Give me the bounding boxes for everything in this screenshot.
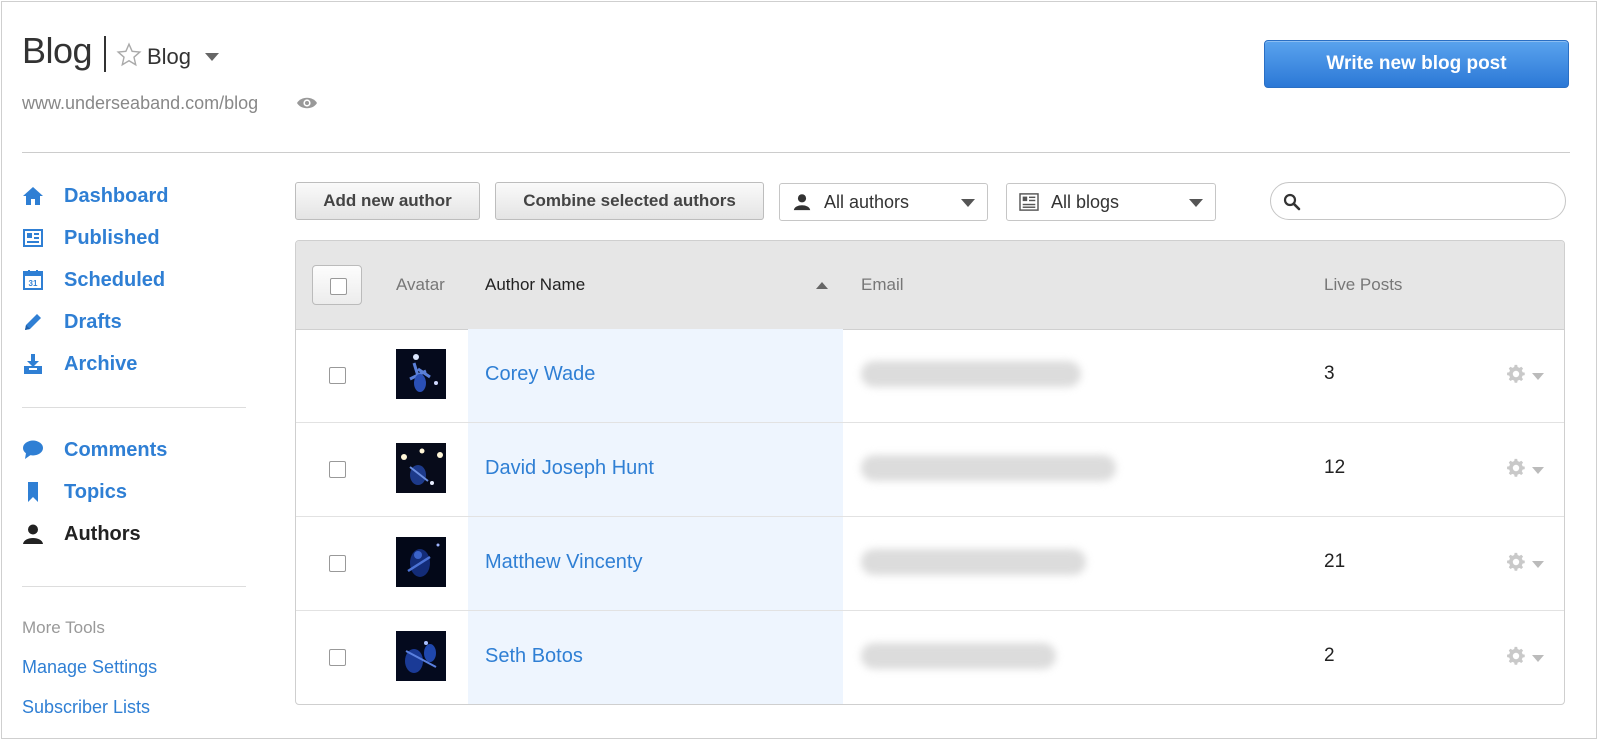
star-icon[interactable] (116, 42, 142, 68)
subscriber-lists-link[interactable]: Subscriber Lists (22, 697, 150, 718)
header-divider (22, 152, 1570, 153)
bookmark-icon (22, 481, 44, 503)
user-icon (22, 523, 44, 545)
add-new-author-button[interactable]: Add new author (295, 182, 480, 220)
column-header-live-posts[interactable]: Live Posts (1324, 275, 1402, 295)
published-icon (22, 227, 44, 249)
search-input[interactable] (1270, 182, 1566, 220)
gear-icon[interactable] (1506, 458, 1526, 478)
checkbox-box (330, 278, 347, 295)
sidebar-item-topics[interactable]: Topics (22, 477, 127, 507)
chevron-down-icon[interactable] (1532, 373, 1544, 380)
calendar-icon-number: 31 (29, 279, 38, 288)
live-posts-count: 12 (1324, 457, 1346, 478)
column-header-avatar: Avatar (396, 275, 445, 294)
authors-table: Avatar Author Name Email Live Posts Core… (295, 240, 1565, 705)
chevron-down-icon (961, 199, 975, 207)
chevron-down-icon[interactable] (1532, 655, 1544, 662)
write-new-post-button[interactable]: Write new blog post (1264, 40, 1569, 88)
gear-icon[interactable] (1506, 364, 1526, 384)
author-email-redacted (861, 643, 1056, 669)
select-all-checkbox[interactable] (312, 265, 362, 305)
sidebar-item-label: Published (64, 226, 160, 249)
blog-url: www.underseaband.com/blog (22, 93, 259, 113)
chevron-down-icon[interactable] (1532, 467, 1544, 474)
sidebar-item-label: Drafts (64, 310, 122, 333)
column-header-author-name[interactable]: Author Name (485, 275, 585, 295)
row-checkbox[interactable] (329, 649, 346, 666)
gear-icon[interactable] (1506, 552, 1526, 572)
chevron-down-icon[interactable] (1532, 561, 1544, 568)
blog-list-icon (1019, 192, 1039, 212)
avatar (396, 443, 446, 493)
author-email-redacted (861, 549, 1086, 575)
avatar (396, 537, 446, 587)
blogs-filter-select[interactable]: All blogs (1006, 183, 1216, 221)
sidebar-item-label: Authors (64, 522, 141, 545)
authors-filter-select[interactable]: All authors (779, 183, 988, 221)
sidebar-item-label: Dashboard (64, 184, 169, 207)
more-tools-heading: More Tools (22, 618, 105, 637)
sidebar-divider (22, 407, 246, 408)
sidebar-item-published[interactable]: Published (22, 223, 160, 253)
sort-ascending-icon[interactable] (816, 282, 828, 289)
row-checkbox[interactable] (329, 367, 346, 384)
column-header-email[interactable]: Email (861, 275, 904, 295)
pencil-icon (22, 311, 44, 333)
manage-settings-link[interactable]: Manage Settings (22, 657, 157, 678)
eye-icon[interactable] (296, 95, 318, 111)
sidebar-item-comments[interactable]: Comments (22, 435, 167, 465)
live-posts-count: 21 (1324, 551, 1346, 572)
table-header: Avatar Author Name Email Live Posts (296, 241, 1564, 330)
author-email-redacted (861, 361, 1081, 387)
table-row: Seth Botos 2 (296, 611, 1564, 704)
table-row: Corey Wade 3 (296, 329, 1564, 423)
sidebar-item-drafts[interactable]: Drafts (22, 307, 122, 337)
table-row: Matthew Vincenty 21 (296, 517, 1564, 611)
comment-icon (22, 439, 44, 461)
sidebar-item-dashboard[interactable]: Dashboard (22, 181, 168, 211)
blog-switcher[interactable]: Blog (147, 44, 191, 70)
gear-icon[interactable] (1506, 646, 1526, 666)
title-separator (104, 36, 106, 72)
user-icon (792, 192, 812, 212)
blogs-filter-value: All blogs (1051, 191, 1120, 212)
live-posts-count: 2 (1324, 645, 1335, 666)
archive-icon (22, 353, 44, 375)
avatar (396, 631, 446, 681)
row-checkbox[interactable] (329, 555, 346, 572)
sidebar-item-authors[interactable]: Authors (22, 519, 141, 549)
combine-selected-authors-button[interactable]: Combine selected authors (495, 182, 764, 220)
sidebar-item-label: Archive (64, 352, 138, 375)
author-name-link[interactable]: Corey Wade (485, 363, 595, 386)
home-icon (22, 185, 44, 207)
avatar (396, 349, 446, 399)
row-checkbox[interactable] (329, 461, 346, 478)
sidebar-item-label: Topics (64, 480, 127, 503)
calendar-icon: 31 (22, 269, 44, 291)
authors-filter-value: All authors (824, 191, 910, 212)
author-name-link[interactable]: David Joseph Hunt (485, 457, 654, 480)
sidebar-item-scheduled[interactable]: 31 Scheduled (22, 265, 165, 295)
table-row: David Joseph Hunt 12 (296, 423, 1564, 517)
author-name-link[interactable]: Seth Botos (485, 645, 583, 668)
live-posts-count: 3 (1324, 363, 1335, 384)
search-icon (1283, 193, 1301, 211)
page-title: Blog (22, 30, 93, 71)
author-email-redacted (861, 455, 1116, 481)
sidebar-divider (22, 586, 246, 587)
chevron-down-icon (1189, 199, 1203, 207)
sidebar-item-archive[interactable]: Archive (22, 349, 137, 379)
sidebar-item-label: Comments (64, 438, 168, 461)
sidebar-item-label: Scheduled (64, 268, 166, 291)
author-name-link[interactable]: Matthew Vincenty (485, 551, 643, 574)
chevron-down-icon[interactable] (205, 53, 219, 61)
